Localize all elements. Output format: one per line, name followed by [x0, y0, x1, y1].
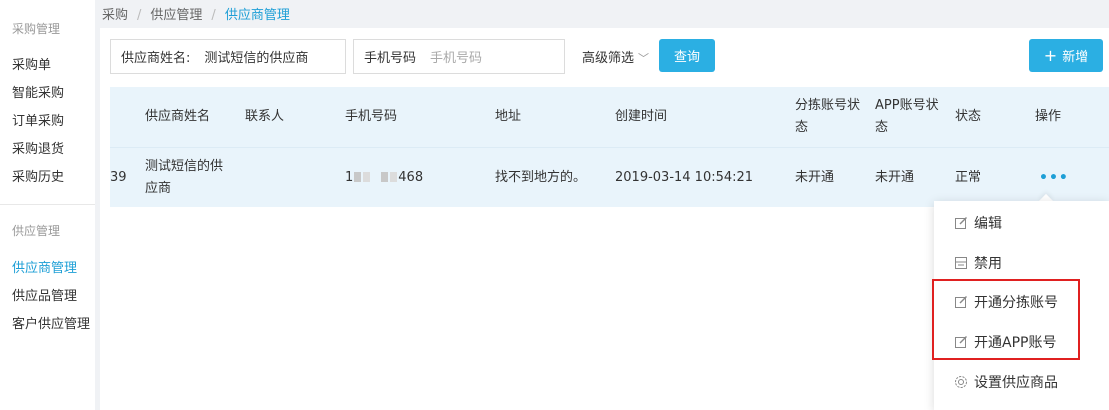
- col-supplier-name: 供应商姓名: [145, 109, 211, 124]
- sidebar: 采购管理 采购单 智能采购 订单采购 采购退货 采购历史 供应管理 供应商管理 …: [0, 0, 95, 410]
- row-phone: 1 468: [345, 167, 423, 189]
- breadcrumb-separator: /: [211, 8, 216, 23]
- row-supplier-name: 测试短信的供应商: [145, 158, 224, 196]
- menu-item-set-supply-products-label: 设置供应商品: [974, 375, 1058, 391]
- advanced-filter-label: 高级筛选: [582, 51, 635, 66]
- breadcrumb: 采购 / 供应管理 / 供应商管理: [102, 4, 290, 23]
- supplier-name-label: 供应商姓名:: [121, 51, 191, 66]
- add-supplier-button[interactable]: + 新增: [1029, 39, 1103, 72]
- sidebar-item-supply-product[interactable]: 供应品管理: [12, 285, 77, 304]
- breadcrumb-item-purchase[interactable]: 采购: [102, 8, 128, 23]
- menu-item-edit-label: 编辑: [974, 216, 1002, 232]
- edit-icon: [955, 217, 967, 229]
- sidebar-item-order-purchase[interactable]: 订单采购: [12, 110, 64, 129]
- phone-filter[interactable]: 手机号码 手机号码: [353, 39, 565, 74]
- sidebar-group-title-supply: 供应管理: [12, 224, 61, 238]
- row-app-status: 未开通: [875, 169, 915, 185]
- sidebar-item-purchase-return[interactable]: 采购退货: [12, 138, 64, 157]
- row-sort-status: 未开通: [795, 169, 835, 185]
- col-created: 创建时间: [615, 109, 668, 124]
- more-actions-icon[interactable]: •••: [1039, 167, 1069, 189]
- supplier-name-filter[interactable]: 供应商姓名: 测试短信的供应商: [110, 39, 346, 74]
- sidebar-item-purchase-history[interactable]: 采购历史: [12, 166, 64, 185]
- sidebar-item-smart-purchase[interactable]: 智能采购: [12, 82, 64, 101]
- col-status: 状态: [955, 109, 982, 124]
- blurred-digits: [363, 172, 371, 182]
- breadcrumb-separator: /: [137, 8, 142, 23]
- col-phone: 手机号码: [345, 109, 398, 124]
- col-app-status: APP账号状态: [875, 98, 939, 135]
- supplier-name-input[interactable]: 测试短信的供应商: [204, 47, 308, 66]
- col-address: 地址: [495, 109, 522, 124]
- table-row: 39 测试短信的供应商 1 468 找不到地方的。 2019-03-14 10:5…: [110, 147, 1109, 207]
- sidebar-item-supplier-management[interactable]: 供应商管理: [12, 257, 77, 276]
- phone-input[interactable]: 手机号码: [430, 47, 482, 66]
- sidebar-item-customer-supply[interactable]: 客户供应管理: [12, 313, 90, 332]
- gear-icon: [955, 376, 967, 388]
- table-header: 供应商姓名 联系人 手机号码 地址 创建时间 分拣账号状态 APP账号状态 状态…: [110, 87, 1109, 147]
- phone-label: 手机号码: [364, 51, 417, 66]
- breadcrumb-item-current: 供应商管理: [224, 8, 290, 23]
- query-button[interactable]: 查询: [659, 39, 715, 72]
- row-address: 找不到地方的。: [495, 169, 587, 185]
- plus-icon: +: [1043, 45, 1058, 65]
- add-supplier-label: 新增: [1062, 50, 1089, 65]
- highlight-annotation-box: [932, 279, 1080, 360]
- breadcrumb-item-supply[interactable]: 供应管理: [150, 8, 202, 23]
- menu-item-disable-label: 禁用: [974, 256, 1002, 272]
- row-created: 2019-03-14 10:54:21: [615, 169, 754, 185]
- blurred-digits: [390, 172, 398, 182]
- disable-icon: [955, 257, 967, 269]
- sidebar-group-title-purchase: 采购管理: [12, 22, 61, 36]
- menu-item-set-supply-products[interactable]: 设置供应商品: [954, 372, 1058, 392]
- blurred-digits: [354, 172, 362, 182]
- row-status: 正常: [955, 169, 982, 185]
- sidebar-divider: [0, 204, 95, 205]
- phone-suffix: 468: [398, 169, 424, 185]
- col-action: 操作: [1035, 109, 1062, 124]
- menu-item-disable[interactable]: 禁用: [954, 253, 1002, 273]
- row-id: 39: [110, 169, 127, 185]
- col-contact: 联系人: [245, 109, 285, 124]
- phone-prefix: 1: [345, 169, 354, 185]
- blurred-digits: [381, 172, 389, 182]
- chevron-down-icon: ﹀: [638, 52, 650, 65]
- col-sort-status: 分拣账号状态: [795, 98, 861, 135]
- advanced-filter-toggle[interactable]: 高级筛选 ﹀: [582, 47, 649, 66]
- menu-item-edit[interactable]: 编辑: [954, 213, 1002, 233]
- sidebar-item-purchase-order[interactable]: 采购单: [12, 54, 51, 73]
